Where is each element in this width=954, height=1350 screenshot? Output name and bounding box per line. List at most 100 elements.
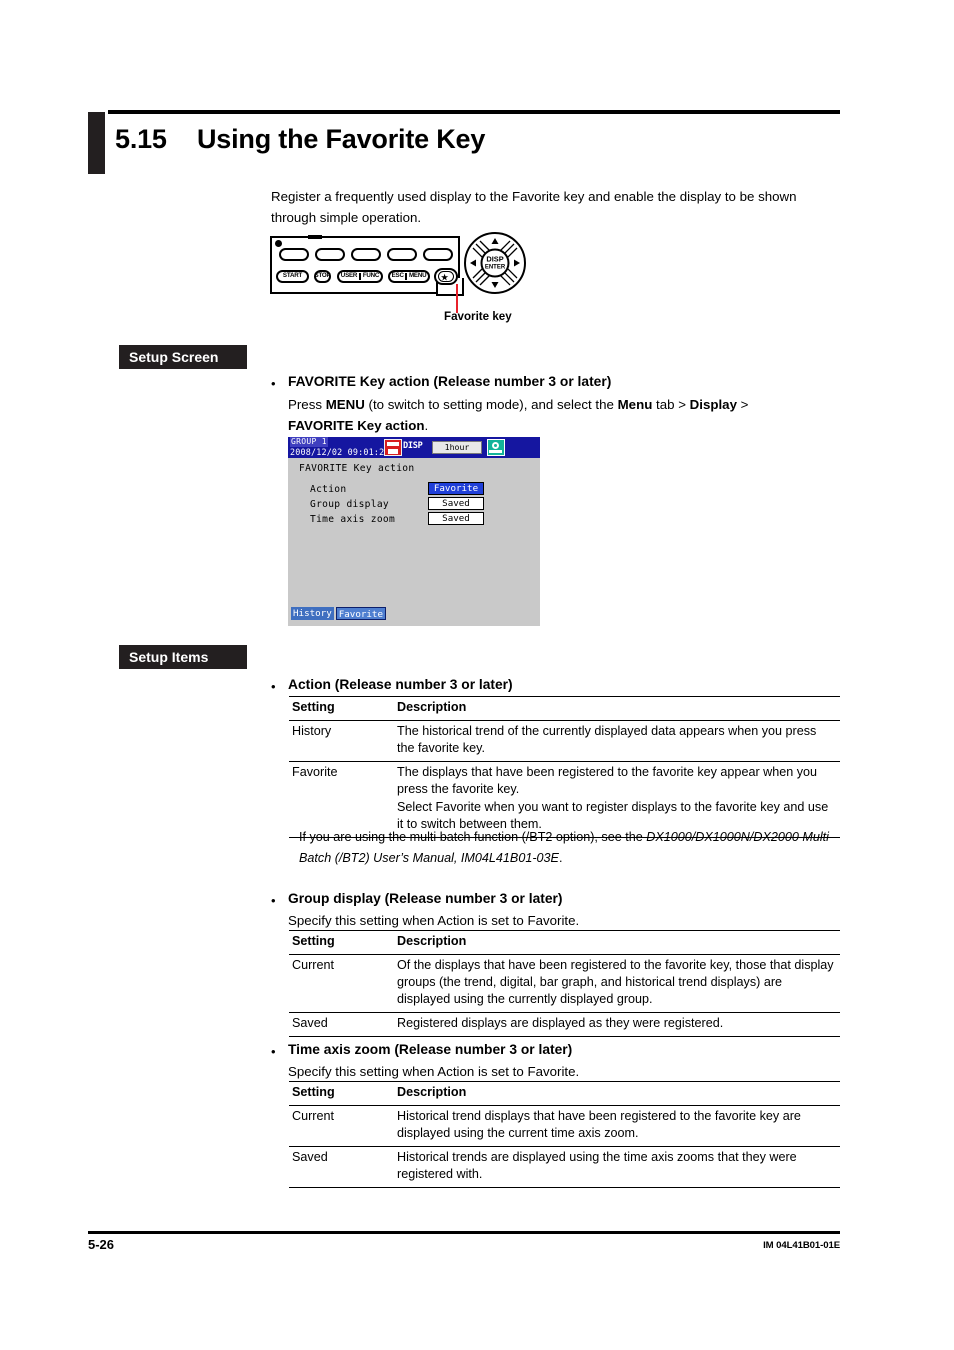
lcd-tab-history[interactable]: History — [291, 607, 334, 620]
cell-description: The historical trend of the currently di… — [397, 720, 840, 762]
start-button: START — [276, 270, 309, 283]
cell-description: Historical trend displays that have been… — [397, 1105, 840, 1147]
user-button-label: USER — [340, 272, 358, 280]
footer-rule — [88, 1231, 840, 1234]
func-button-label: FUNC — [359, 273, 381, 280]
lcd-value-time-axis-zoom[interactable]: Saved — [428, 512, 484, 525]
svg-text:ENTER: ENTER — [485, 265, 506, 271]
table-header-row: Setting Description — [289, 1081, 840, 1106]
dpad-disp-enter: DISP ENTER — [464, 232, 526, 294]
column-header-setting: Setting — [289, 1081, 397, 1106]
favorite-star-icon: ★ — [441, 273, 449, 282]
bullet-marker-favorite-key-action: • — [271, 376, 276, 391]
table-row: Saved Historical trends are displayed us… — [289, 1146, 840, 1188]
stop-button: STOP — [314, 270, 331, 283]
title-text: 5.15 Using the Favorite Key — [115, 124, 485, 155]
callout-line — [456, 284, 458, 313]
intro-paragraph: Register a frequently used display to th… — [271, 189, 797, 225]
user-func-button: USER FUNC — [337, 270, 383, 283]
lcd-tab-favorite[interactable]: Favorite — [335, 607, 386, 620]
bullet-marker-action: • — [271, 679, 276, 694]
description-paragraph: Registered displays are displayed as the… — [397, 1016, 724, 1030]
column-header-description: Description — [397, 696, 840, 721]
lcd-screen-heading: FAVORITE Key action — [299, 463, 415, 474]
heading-group-display: Group display (Release number 3 or later… — [288, 891, 563, 906]
screw-icon — [275, 240, 282, 247]
description-paragraph: The displays that have been registered t… — [397, 765, 818, 796]
cell-setting: Current — [289, 1105, 397, 1147]
table-group-display: Setting Description Current Of the displ… — [289, 930, 840, 1037]
bullet-marker-time-axis-zoom: • — [271, 1044, 276, 1059]
title-rule — [108, 110, 840, 114]
softkey-4 — [387, 248, 417, 261]
description-paragraph: Historical trend displays that have been… — [397, 1109, 801, 1140]
instruction-part-4: > — [736, 397, 749, 412]
lcd-datetime: 2008/12/02 09:01:22 — [290, 447, 390, 457]
instruction-menu-key: MENU — [325, 397, 365, 412]
instruction-part-6: . — [424, 418, 429, 433]
banner-setup-screen: Setup Screen — [119, 345, 247, 369]
instruction-part-2: (to switch to setting mode), and select … — [364, 397, 618, 412]
keypad-top-tab — [308, 235, 322, 239]
note-plain-1: If you are using the multi batch functio… — [299, 830, 647, 844]
multi-batch-note: If you are using the multi batch functio… — [299, 827, 842, 869]
table-row: History The historical trend of the curr… — [289, 720, 840, 762]
table-header-row: Setting Description — [289, 696, 840, 721]
heading-favorite-key-action: FAVORITE Key action (Release number 3 or… — [288, 374, 612, 389]
table-action: Setting Description History The historic… — [289, 696, 840, 838]
cell-description: Of the displays that have been registere… — [397, 954, 840, 1013]
instruction-part-1: Press — [288, 397, 326, 412]
page-title: 5.15 Using the Favorite Key — [88, 110, 840, 174]
section-title: Using the Favorite Key — [197, 124, 486, 154]
lcd-group-label: GROUP 1 — [290, 437, 328, 447]
table-time-axis-zoom: Setting Description Current Historical t… — [289, 1081, 840, 1188]
footer-page-number: 5-26 — [88, 1237, 115, 1252]
softkey-3 — [351, 248, 381, 261]
favorite-key-button: ★ — [438, 271, 454, 282]
keypad-body — [270, 236, 460, 294]
table-row: Current Of the displays that have been r… — [289, 954, 840, 1013]
table-row: Current Historical trend displays that h… — [289, 1105, 840, 1147]
document-page: 5.15 Using the Favorite Key Register a fr… — [0, 0, 954, 1350]
table-header-row: Setting Description — [289, 930, 840, 955]
menu-button-label: MENU — [405, 273, 428, 280]
esc-button-label: ESC — [391, 272, 404, 280]
note-plain-2: . — [558, 851, 563, 865]
lcd-label-group-display: Group display — [310, 499, 389, 510]
subtitle-time-axis-zoom: Specify this setting when Action is set … — [288, 1064, 580, 1079]
cell-description: Registered displays are displayed as the… — [397, 1012, 840, 1037]
column-header-setting: Setting — [289, 696, 397, 721]
instruction-favorite-key-action: Press MENU (to switch to setting mode), … — [288, 394, 844, 436]
softkey-2 — [315, 248, 345, 261]
instruction-favorite-key-action-path: FAVORITE Key action — [288, 418, 425, 433]
instruction-display: Display — [689, 397, 737, 412]
column-header-description: Description — [397, 930, 840, 955]
column-header-setting: Setting — [289, 930, 397, 955]
table-row: Saved Registered displays are displayed … — [289, 1012, 840, 1037]
lcd-tab-bar: History Favorite — [291, 607, 386, 620]
cell-setting: Current — [289, 954, 397, 1013]
title-accent-bar — [88, 112, 105, 174]
recording-icon — [384, 439, 402, 456]
description-paragraph: Historical trends are displayed using th… — [397, 1150, 797, 1181]
column-header-description: Description — [397, 1081, 840, 1106]
cell-description: Historical trends are displayed using th… — [397, 1146, 840, 1188]
cell-setting: History — [289, 720, 397, 762]
heading-action: Action (Release number 3 or later) — [288, 677, 513, 692]
settings-gear-icon — [487, 439, 505, 456]
lcd-value-group-display[interactable]: Saved — [428, 497, 484, 510]
description-paragraph: Of the displays that have been registere… — [397, 958, 834, 1006]
lcd-disp-label: DISP — [403, 441, 423, 451]
esc-menu-button: ESC MENU — [388, 270, 430, 283]
keypad-illustration: START STOP USER FUNC ESC MENU ★ DISP ENT… — [268, 232, 538, 332]
lcd-screenshot: GROUP 1 2008/12/02 09:01:22 DISP 1hour F… — [288, 437, 540, 626]
footer-document-id: IM 04L41B01-01E — [763, 1240, 840, 1251]
svg-text:DISP: DISP — [486, 255, 503, 264]
cell-setting: Saved — [289, 1012, 397, 1037]
lcd-time-span: 1hour — [432, 441, 482, 454]
bullet-marker-group-display: • — [271, 893, 276, 908]
softkey-1 — [279, 248, 309, 261]
instruction-part-3: tab > — [652, 397, 690, 412]
lcd-value-action[interactable]: Favorite — [428, 482, 484, 495]
heading-time-axis-zoom: Time axis zoom (Release number 3 or late… — [288, 1042, 573, 1057]
